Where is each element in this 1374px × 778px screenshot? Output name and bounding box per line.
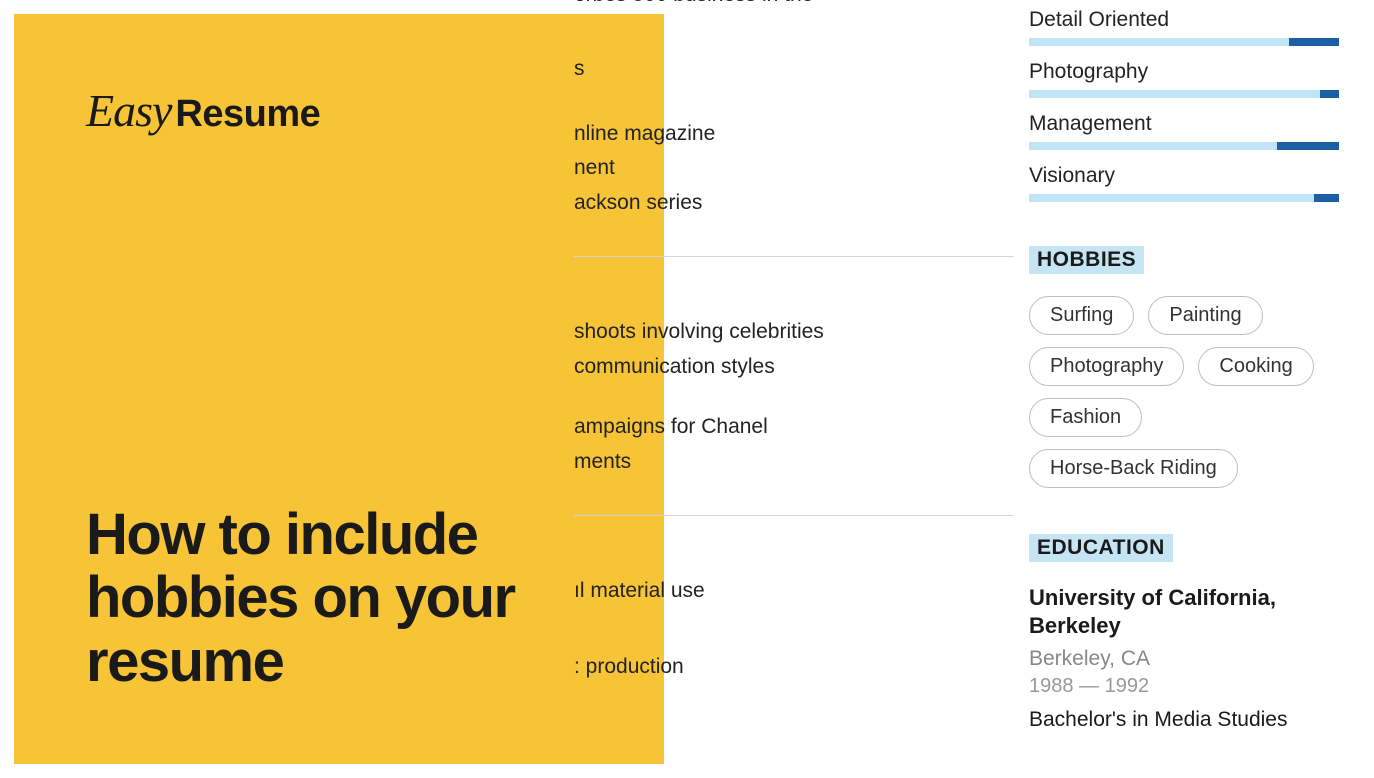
skill-name: Management [1029, 112, 1339, 136]
skill-row: Photography [1029, 60, 1339, 98]
resume-side-column: CommunicationDetail OrientedPhotographyM… [1029, 0, 1339, 732]
resume-text: ackson series [574, 188, 1014, 218]
resume-main-column: orbes 500 business in the s nline magazi… [574, 0, 1014, 687]
skill-row: Detail Oriented [1029, 8, 1339, 46]
skill-bar [1029, 194, 1339, 202]
logo-easy: Easy [86, 84, 171, 137]
resume-text: ampaigns for Chanel [574, 412, 1014, 442]
hobby-tag: Fashion [1029, 398, 1142, 437]
hobby-tag: Photography [1029, 347, 1184, 386]
skill-row: Visionary [1029, 164, 1339, 202]
hobbies-tags: Surfing Painting Photography Cooking Fashion… [1029, 296, 1339, 488]
resume-text: nline magazine [574, 119, 1014, 149]
skill-name: Detail Oriented [1029, 8, 1339, 32]
hobby-tag: Surfing [1029, 296, 1134, 335]
section-header-education: EDUCATION [1029, 534, 1173, 562]
hero-headline: How to include hobbies on your resume [86, 503, 594, 694]
skill-bar-fill [1277, 142, 1339, 150]
section-header-hobbies: HOBBIES [1029, 246, 1144, 274]
skill-bar-fill [1320, 90, 1339, 98]
hobby-tag: Horse-Back Riding [1029, 449, 1238, 488]
resume-text: communication styles [574, 352, 1014, 382]
resume-text: : production [574, 652, 1014, 682]
resume-text: shoots involving celebrities [574, 317, 1014, 347]
skill-bar-fill [1289, 38, 1339, 46]
skill-bar [1029, 142, 1339, 150]
hero-panel: Easy Resume How to include hobbies on yo… [14, 14, 664, 764]
skills-block: CommunicationDetail OrientedPhotographyM… [1029, 0, 1339, 202]
section-divider [574, 515, 1014, 516]
skill-name: Visionary [1029, 164, 1339, 188]
resume-text: ıl material use [574, 576, 1014, 606]
skill-row: Management [1029, 112, 1339, 150]
skill-bar [1029, 38, 1339, 46]
resume-text: nent [574, 153, 1014, 183]
education-years: 1988 — 1992 [1029, 675, 1339, 698]
resume-text: ments [574, 447, 1014, 477]
resume-text: orbes 500 business in the [574, 0, 1014, 10]
education-school: University of California, Berkeley [1029, 584, 1339, 639]
logo: Easy Resume [86, 84, 594, 137]
resume-preview: orbes 500 business in the s nline magazi… [664, 0, 1374, 778]
education-section: EDUCATION University of California, Berk… [1029, 488, 1339, 732]
section-divider [574, 256, 1014, 257]
hobbies-section: HOBBIES Surfing Painting Photography Cookin… [1029, 216, 1339, 488]
resume-text: s [574, 54, 1014, 84]
skill-name: Photography [1029, 60, 1339, 84]
logo-resume: Resume [175, 93, 320, 136]
education-location: Berkeley, CA [1029, 647, 1339, 671]
skill-bar [1029, 90, 1339, 98]
education-degree: Bachelor's in Media Studies [1029, 708, 1339, 732]
hobby-tag: Painting [1148, 296, 1262, 335]
hobby-tag: Cooking [1198, 347, 1313, 386]
skill-bar-fill [1314, 194, 1339, 202]
